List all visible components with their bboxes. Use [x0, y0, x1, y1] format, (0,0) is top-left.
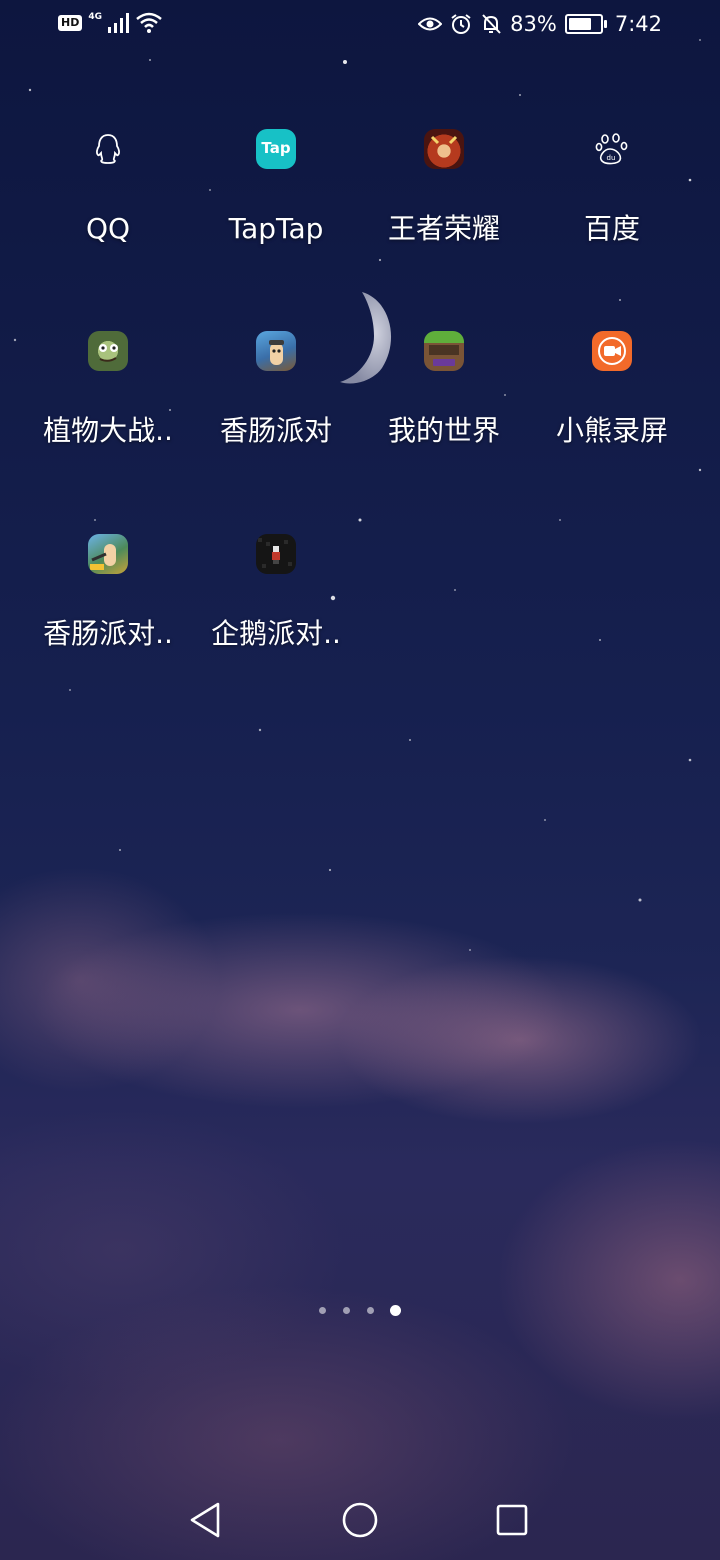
- app-minecraft[interactable]: 我的世界: [360, 331, 528, 449]
- taptap-icon-text: Tap: [261, 139, 291, 157]
- app-label: 百度: [583, 212, 640, 245]
- battery-percent: 83%: [510, 12, 557, 36]
- app-label: 小熊录屏: [555, 414, 668, 447]
- battery-fill: [568, 18, 591, 30]
- taptap-icon[interactable]: Tap: [256, 129, 296, 169]
- honor-of-kings-icon[interactable]: [424, 129, 464, 169]
- sausage-party-2-icon[interactable]: [88, 534, 128, 574]
- app-label: 香肠派对..: [43, 617, 173, 650]
- battery-tip: [603, 20, 607, 28]
- app-baidu[interactable]: du 百度: [528, 129, 696, 247]
- app-label: 企鹅派对..: [211, 617, 341, 650]
- app-label: 王者荣耀: [387, 212, 500, 245]
- app-label: 香肠派对: [219, 414, 332, 447]
- page-dot-2[interactable]: [343, 1307, 350, 1314]
- page-indicator: [0, 1302, 720, 1318]
- minecraft-icon[interactable]: [424, 331, 464, 371]
- page-dot-4[interactable]: [390, 1305, 401, 1316]
- app-plants-vs-zombies[interactable]: 植物大战..: [24, 331, 192, 449]
- app-penguin-party[interactable]: 企鹅派对..: [192, 534, 360, 652]
- recents-square-icon[interactable]: [490, 1498, 534, 1542]
- penguin-party-icon[interactable]: [256, 534, 296, 574]
- app-sausage-party-2[interactable]: 香肠派对..: [24, 534, 192, 652]
- hd-icon: HD: [58, 15, 83, 31]
- signal-icon: [108, 13, 129, 33]
- mute-bell-icon: [482, 14, 501, 34]
- app-label: 我的世界: [387, 414, 500, 447]
- app-label: TapTap: [228, 212, 324, 245]
- bear-recorder-icon[interactable]: [592, 331, 632, 371]
- app-taptap[interactable]: Tap TapTap: [192, 129, 360, 247]
- clock: 7:42: [614, 12, 662, 36]
- plants-vs-zombies-icon[interactable]: [88, 331, 128, 371]
- battery-icon: [564, 14, 607, 34]
- page-dot-1[interactable]: [319, 1307, 326, 1314]
- app-label: 植物大战..: [43, 414, 173, 447]
- status-bar: HD 4G 83% 7:42: [0, 0, 720, 56]
- app-label: QQ: [85, 212, 131, 245]
- network-type: 4G: [88, 12, 102, 22]
- app-honor-of-kings[interactable]: 王者荣耀: [360, 129, 528, 247]
- baidu-paw-icon[interactable]: du: [592, 129, 632, 169]
- navigation-bar: [0, 1480, 720, 1560]
- page-dot-3[interactable]: [367, 1307, 374, 1314]
- back-triangle-icon[interactable]: [184, 1498, 228, 1542]
- alarm-icon: [451, 14, 471, 34]
- qq-penguin-icon[interactable]: [88, 129, 128, 169]
- svg-text:du: du: [607, 154, 616, 162]
- sausage-party-icon[interactable]: [256, 331, 296, 371]
- app-bear-recorder[interactable]: 小熊录屏: [528, 331, 696, 449]
- app-sausage-party[interactable]: 香肠派对: [192, 331, 360, 449]
- app-qq[interactable]: QQ: [24, 129, 192, 247]
- eye-comfort-icon: [418, 17, 443, 31]
- wifi-icon: [136, 12, 162, 33]
- home-screen: HD 4G 83% 7:42 QQ Tap TapTap 王者荣耀 du 百度 …: [0, 0, 720, 1560]
- home-circle-icon[interactable]: [338, 1498, 382, 1542]
